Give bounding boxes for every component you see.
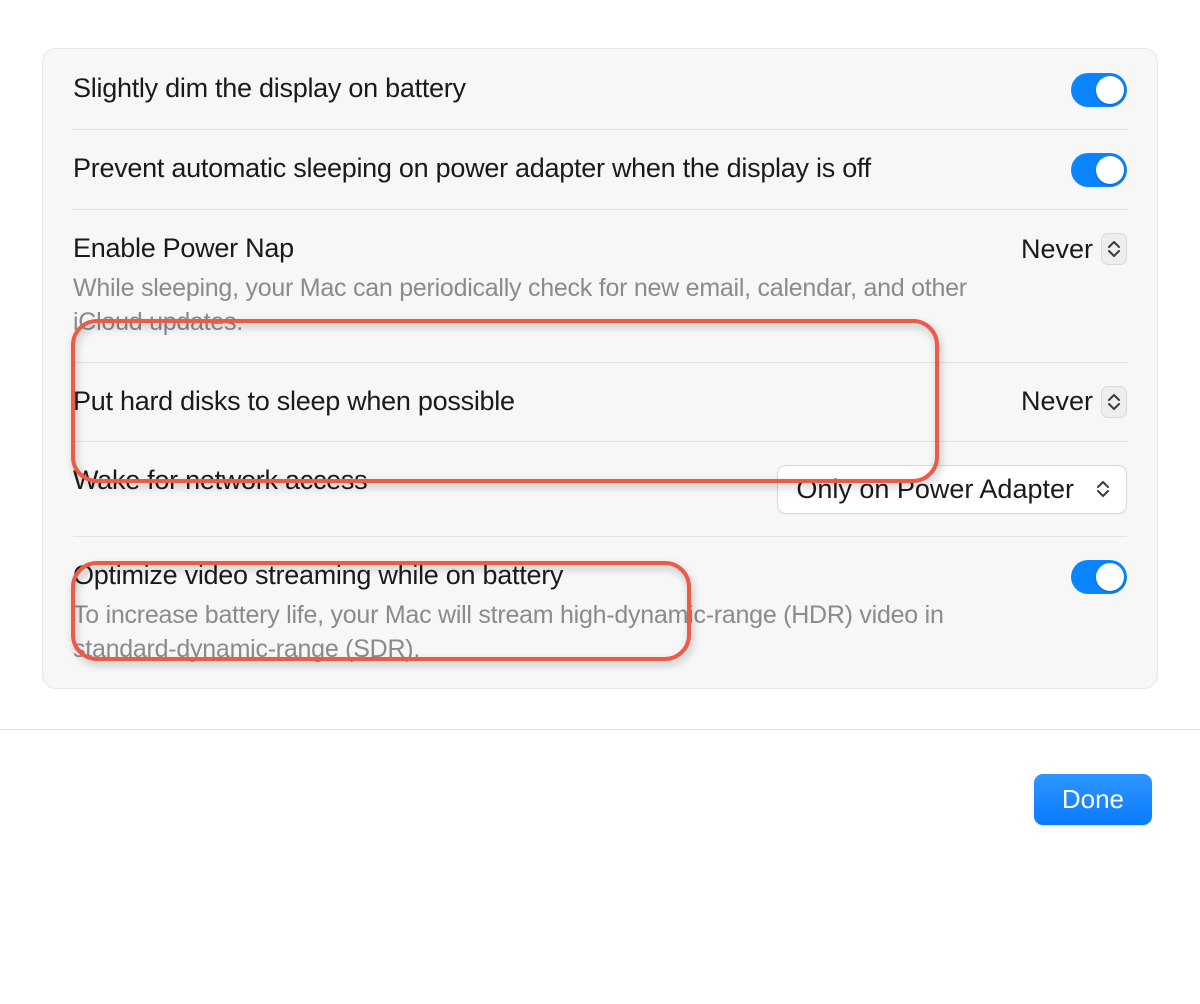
optimize-video-toggle[interactable] [1071, 560, 1127, 594]
optimize-video-desc: To increase battery life, your Mac will … [73, 599, 1047, 667]
optimize-video-title: Optimize video streaming while on batter… [73, 558, 1047, 593]
dim-display-toggle[interactable] [1071, 73, 1127, 107]
stepper-icon [1101, 233, 1127, 265]
wake-network-title: Wake for network access [73, 463, 753, 498]
row-power-nap: Enable Power Nap While sleeping, your Ma… [43, 209, 1157, 362]
hard-disks-value: Never [1021, 386, 1093, 417]
stepper-icon [1101, 386, 1127, 418]
prevent-sleep-title: Prevent automatic sleeping on power adap… [73, 151, 1047, 186]
settings-panel: Slightly dim the display on battery Prev… [42, 48, 1158, 689]
wake-network-value: Only on Power Adapter [796, 474, 1074, 505]
hard-disks-title: Put hard disks to sleep when possible [73, 384, 997, 419]
row-hard-disks: Put hard disks to sleep when possible Ne… [43, 362, 1157, 441]
prevent-sleep-toggle[interactable] [1071, 153, 1127, 187]
chevron-updown-icon [1094, 480, 1112, 498]
power-nap-value: Never [1021, 234, 1093, 265]
power-nap-popup[interactable]: Never [1021, 233, 1127, 265]
row-prevent-sleep: Prevent automatic sleeping on power adap… [43, 129, 1157, 209]
hard-disks-popup[interactable]: Never [1021, 386, 1127, 418]
power-nap-desc: While sleeping, your Mac can periodicall… [73, 272, 997, 340]
row-optimize-video: Optimize video streaming while on batter… [43, 536, 1157, 689]
row-dim-display: Slightly dim the display on battery [43, 49, 1157, 129]
row-wake-network: Wake for network access Only on Power Ad… [43, 441, 1157, 536]
dim-display-title: Slightly dim the display on battery [73, 71, 1047, 106]
done-button[interactable]: Done [1034, 774, 1152, 825]
power-nap-title: Enable Power Nap [73, 231, 997, 266]
footer: Done [0, 730, 1200, 825]
wake-network-dropdown[interactable]: Only on Power Adapter [777, 465, 1127, 514]
